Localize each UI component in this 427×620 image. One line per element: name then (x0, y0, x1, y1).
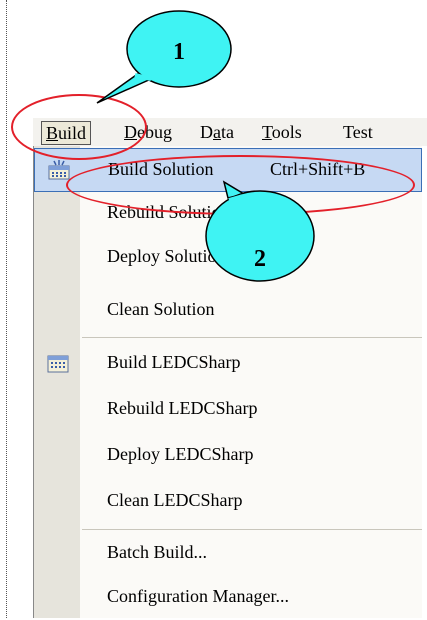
menu-data[interactable]: Data (200, 121, 234, 143)
dotted-guide-line (6, 0, 7, 618)
menu-item-build-project[interactable]: Build LEDCSharp (34, 342, 422, 386)
menu-item-label: Build LEDCSharp (107, 352, 241, 372)
menu-data-mnemonic: a (213, 122, 221, 142)
menu-item-configuration-manager[interactable]: Configuration Manager... (34, 576, 422, 620)
menu-item-deploy-project[interactable]: Deploy LEDCSharp (34, 434, 422, 478)
build-solution-icon (48, 160, 70, 180)
menu-data-pre: D (200, 122, 213, 142)
menu-separator (82, 529, 422, 530)
menu-tools-mnemonic: T (262, 122, 272, 142)
menu-item-clean-project[interactable]: Clean LEDCSharp (34, 480, 422, 524)
menu-item-label: Rebuild LEDCSharp (107, 398, 258, 418)
menu-tools[interactable]: Tools (262, 121, 302, 143)
callout-number: 2 (254, 246, 266, 272)
menu-data-rest: ta (221, 122, 234, 142)
callout-1: 1 (96, 10, 232, 104)
menu-item-clean-solution[interactable]: Clean Solution (34, 289, 422, 333)
menu-item-label: Configuration Manager... (107, 586, 289, 606)
menu-item-label: Deploy LEDCSharp (107, 444, 254, 464)
menu-item-label: Clean LEDCSharp (107, 490, 243, 510)
menu-item-batch-build[interactable]: Batch Build... (34, 532, 422, 576)
callout-number: 1 (173, 39, 185, 65)
callout-2: 2 (205, 180, 315, 282)
menu-separator (82, 337, 422, 338)
build-project-icon (47, 353, 69, 373)
menu-test[interactable]: Test (343, 121, 373, 143)
menu-item-rebuild-project[interactable]: Rebuild LEDCSharp (34, 388, 422, 432)
menu-tools-rest: ools (271, 122, 302, 142)
menu-item-label: Batch Build... (107, 542, 207, 562)
menu-item-label: Clean Solution (107, 299, 215, 319)
